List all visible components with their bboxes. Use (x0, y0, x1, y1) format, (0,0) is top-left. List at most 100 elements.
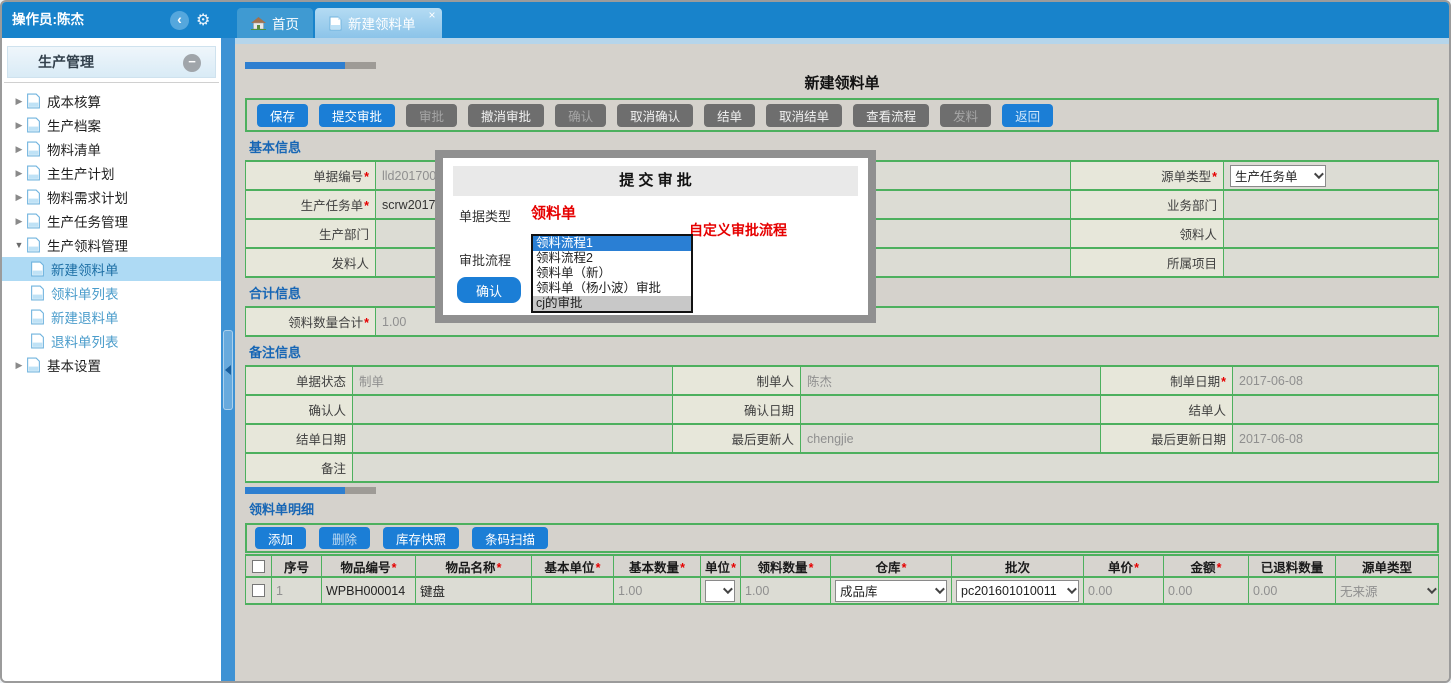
custom-flow-annotation: 自定义审批流程 (689, 220, 787, 240)
add-row-button[interactable]: 添加 (255, 527, 306, 549)
sidebar: 生产管理 − ▶ 成本核算 ▶ 生产档案 ▶ 物料清单 ▶ (2, 38, 221, 681)
field-label: 单据编号* (246, 161, 376, 190)
picker-field[interactable] (1224, 219, 1439, 248)
select-all-cell (246, 555, 272, 577)
tab-home[interactable]: 首页 (237, 8, 313, 38)
view-flow-button[interactable]: 查看流程 (853, 104, 929, 127)
flow-option[interactable]: 领料流程2 (533, 251, 691, 266)
submit-approval-button[interactable]: 提交审批 (319, 104, 395, 127)
barcode-scan-button[interactable]: 条码扫描 (472, 527, 548, 549)
detail-table: 序号 物品编号* 物品名称* 基本单位* 基本数量* 单位* 领料数量* 仓库*… (245, 554, 1439, 605)
sidebar-item-cost-accounting[interactable]: ▶ 成本核算 (2, 89, 221, 113)
sidebar-splitter[interactable] (221, 38, 235, 681)
issue-material-button: 发料 (940, 104, 991, 127)
source-type-select[interactable]: 生产任务单 (1230, 165, 1326, 187)
field-label: 最后更新日期 (1101, 424, 1233, 453)
make-date-field: 2017-06-08 (1233, 366, 1439, 395)
dialog-confirm-button[interactable]: 确认 (457, 277, 521, 303)
flow-option[interactable]: cj的审批 (533, 296, 691, 311)
tree-expand-icon[interactable]: ▶ (12, 120, 26, 131)
detail-toolbar: 添加 删除 库存快照 条码扫描 (245, 523, 1439, 553)
minus-icon[interactable]: − (183, 54, 201, 72)
tree-expand-icon[interactable]: ▶ (12, 216, 26, 227)
revoke-approval-button[interactable]: 撤消审批 (468, 104, 544, 127)
scrollbar-thumb[interactable] (245, 487, 345, 494)
tree-expand-icon[interactable]: ▶ (12, 192, 26, 203)
close-bill-button[interactable]: 结单 (704, 104, 755, 127)
warehouse-select[interactable]: 成品库 (835, 580, 947, 602)
project-field[interactable] (1224, 248, 1439, 277)
tree-expand-icon[interactable]: ▶ (12, 168, 26, 179)
app-window: 操作员:陈杰 ‹ ⚙ 首页 新建领料单 × (0, 0, 1451, 683)
remark-field[interactable] (353, 453, 1439, 482)
batch-select[interactable]: pc201601010011 (956, 580, 1079, 602)
delete-row-button[interactable]: 删除 (319, 527, 370, 549)
document-icon (26, 141, 41, 157)
save-button[interactable]: 保存 (257, 104, 308, 127)
item-name-cell[interactable]: 键盘 (416, 577, 532, 604)
tree-expand-icon[interactable]: ▶ (12, 360, 26, 371)
sidebar-item-new-requisition[interactable]: 新建领料单 (2, 257, 221, 281)
unit-select[interactable] (705, 580, 735, 602)
tree-collapse-icon[interactable]: ▼ (12, 240, 26, 250)
gear-icon[interactable]: ⚙ (196, 10, 210, 30)
biz-dept-field[interactable] (1224, 190, 1439, 219)
scrollbar-thumb[interactable] (345, 62, 376, 69)
updater-field: chengjie (801, 424, 1101, 453)
approval-flow-listbox[interactable]: 领料流程1 领料流程2 领料单（新） 领料单（杨小波）审批 cj的审批 (531, 234, 693, 313)
horizontal-scrollbar[interactable] (245, 62, 1439, 69)
row-source-type-select[interactable]: 无来源 (1340, 580, 1434, 602)
sidebar-item-label: 生产档案 (47, 115, 101, 135)
sidebar-item-new-return[interactable]: 新建退料单 (2, 305, 221, 329)
column-header: 已退料数量 (1249, 555, 1336, 577)
sidebar-item-return-list[interactable]: 退料单列表 (2, 329, 221, 353)
field-label: 确认人 (246, 395, 353, 424)
tab-new-requisition[interactable]: 新建领料单 × (315, 8, 442, 38)
horizontal-scrollbar[interactable] (245, 487, 1439, 494)
doc-type-value: 领料单 (531, 202, 576, 223)
flow-option[interactable]: 领料单（杨小波）审批 (533, 281, 691, 296)
dialog-title: 提 交 审 批 (453, 166, 858, 196)
document-icon (26, 117, 41, 133)
sidebar-item-basic-settings[interactable]: ▶ 基本设置 (2, 353, 221, 377)
divider (4, 82, 219, 83)
sidebar-item-production-archives[interactable]: ▶ 生产档案 (2, 113, 221, 137)
document-icon (26, 189, 41, 205)
sidebar-item-mrp[interactable]: ▶ 物料需求计划 (2, 185, 221, 209)
select-all-checkbox[interactable] (252, 560, 265, 573)
cancel-close-button[interactable]: 取消结单 (766, 104, 842, 127)
item-no-cell[interactable]: WPBH000014 (322, 577, 416, 604)
confirm-date-field (801, 395, 1101, 424)
update-date-field: 2017-06-08 (1233, 424, 1439, 453)
row-checkbox[interactable] (252, 584, 265, 597)
pick-qty-input[interactable]: 1.00 (741, 577, 831, 604)
stock-snapshot-button[interactable]: 库存快照 (383, 527, 459, 549)
close-icon[interactable]: × (428, 9, 435, 21)
splitter-handle[interactable] (223, 330, 233, 410)
document-icon (26, 213, 41, 229)
chevron-down-icon (723, 584, 733, 594)
page-title: 新建领料单 (245, 72, 1439, 96)
flow-option[interactable]: 领料单（新） (533, 266, 691, 281)
sidebar-item-task-management[interactable]: ▶ 生产任务管理 (2, 209, 221, 233)
price-input[interactable]: 0.00 (1084, 577, 1164, 604)
sidebar-item-requisition-list[interactable]: 领料单列表 (2, 281, 221, 305)
sidebar-item-label: 主生产计划 (47, 163, 115, 183)
sidebar-item-master-plan[interactable]: ▶ 主生产计划 (2, 161, 221, 185)
operator-label: 操作员:陈杰 (12, 2, 84, 38)
cancel-confirm-button[interactable]: 取消确认 (617, 104, 693, 127)
collapse-sidebar-icon[interactable]: ‹ (170, 11, 189, 30)
sidebar-header[interactable]: 生产管理 − (7, 46, 216, 78)
field-label: 备注 (246, 453, 353, 482)
sidebar-item-bom[interactable]: ▶ 物料清单 (2, 137, 221, 161)
tree-expand-icon[interactable]: ▶ (12, 144, 26, 155)
confirm-button: 确认 (555, 104, 606, 127)
field-label: 业务部门 (1071, 190, 1224, 219)
tree-expand-icon[interactable]: ▶ (12, 96, 26, 107)
flow-option[interactable]: 领料流程1 (533, 236, 691, 251)
column-header: 物品编号* (322, 555, 416, 577)
scrollbar-thumb[interactable] (245, 62, 345, 69)
sidebar-item-material-management[interactable]: ▼ 生产领料管理 (2, 233, 221, 257)
back-button[interactable]: 返回 (1002, 104, 1053, 127)
scrollbar-thumb[interactable] (345, 487, 376, 494)
